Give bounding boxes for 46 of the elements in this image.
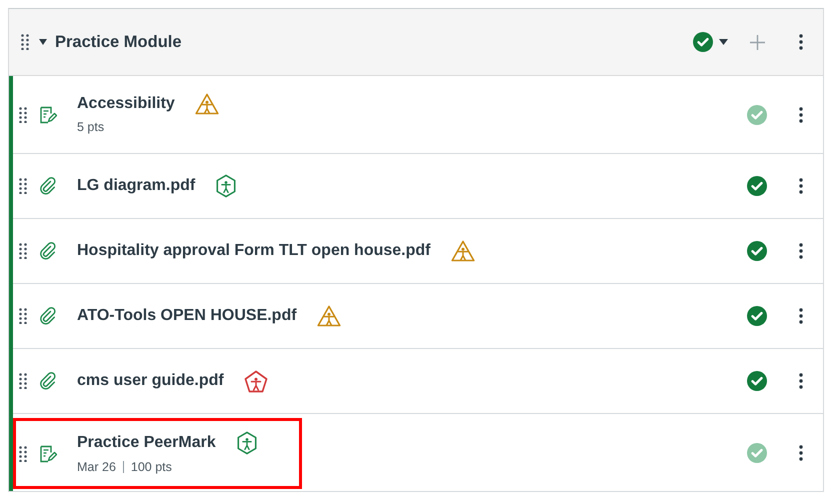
published-check-icon[interactable]	[747, 176, 767, 196]
assignment-icon	[39, 444, 57, 462]
published-check-icon[interactable]	[747, 104, 767, 124]
item-title-link[interactable]: Accessibility	[77, 95, 175, 113]
drag-handle-icon[interactable]	[19, 243, 27, 259]
item-detail: 5 pts	[77, 120, 104, 134]
drag-handle-icon[interactable]	[19, 106, 27, 122]
published-check-icon[interactable]	[747, 371, 767, 391]
item-title-link[interactable]: Practice PeerMark	[77, 434, 216, 452]
more-options-icon[interactable]	[799, 444, 803, 460]
paperclip-icon	[39, 307, 57, 325]
module-title[interactable]: Practice Module	[55, 32, 182, 52]
drag-handle-icon[interactable]	[19, 446, 27, 462]
accessibility-warning-icon[interactable]	[194, 93, 219, 115]
item-detail: Mar 26	[77, 460, 116, 474]
more-options-icon[interactable]	[799, 178, 803, 194]
paperclip-icon	[39, 372, 57, 390]
publish-menu-button[interactable]	[693, 32, 728, 52]
published-check-icon[interactable]	[693, 32, 713, 52]
more-options-icon[interactable]	[799, 308, 803, 324]
assignment-icon	[39, 106, 57, 124]
more-options-icon[interactable]	[799, 243, 803, 259]
drag-handle-icon[interactable]	[19, 373, 27, 389]
accessibility-ok-icon[interactable]	[236, 431, 258, 455]
item-title-link[interactable]: ATO-Tools OPEN HOUSE.pdf	[77, 307, 297, 325]
caret-icon[interactable]	[719, 39, 728, 45]
paperclip-icon	[39, 242, 57, 260]
drag-handle-icon[interactable]	[21, 34, 29, 50]
more-options-icon[interactable]	[799, 106, 803, 122]
drag-handle-icon[interactable]	[19, 178, 27, 194]
accessibility-ok-icon[interactable]	[215, 174, 238, 198]
more-options-icon[interactable]	[799, 373, 803, 389]
accessibility-warning-icon[interactable]	[450, 240, 474, 262]
published-check-icon[interactable]	[747, 241, 767, 261]
published-check-icon[interactable]	[747, 306, 767, 326]
item-detail: 100 pts	[130, 460, 172, 474]
item-title-link[interactable]: cms user guide.pdf	[77, 372, 224, 390]
accessibility-error-icon[interactable]	[244, 370, 268, 392]
drag-handle-icon[interactable]	[19, 308, 27, 324]
published-check-icon[interactable]	[747, 442, 767, 462]
paperclip-icon	[39, 177, 57, 195]
caret-icon[interactable]	[39, 39, 47, 45]
more-options-icon[interactable]	[799, 34, 803, 50]
item-title-link[interactable]: LG diagram.pdf	[77, 177, 196, 195]
item-title-link[interactable]: Hospitality approval Form TLT open house.pdf	[77, 242, 430, 260]
accessibility-warning-icon[interactable]	[316, 305, 341, 327]
